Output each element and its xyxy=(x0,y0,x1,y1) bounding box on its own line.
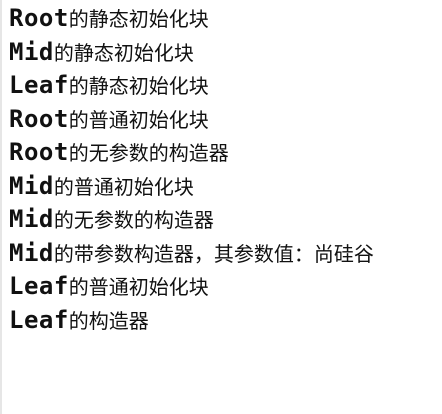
class-name: Leaf xyxy=(9,272,69,300)
console-line: Mid的无参数的构造器 xyxy=(9,204,374,238)
class-name: Root xyxy=(9,104,69,133)
line-message: 的带参数构造器，其参数值：尚硅谷 xyxy=(53,241,374,266)
console-output-lines: Root的静态初始化块 Mid的静态初始化块 Leaf的静态初始化块 Root的… xyxy=(9,3,374,338)
console-line: Mid的静态初始化块 xyxy=(9,37,374,71)
console-line: Root的无参数的构造器 xyxy=(9,137,374,171)
line-message: 的无参数的构造器 xyxy=(68,141,229,165)
console-line: Mid的带参数构造器，其参数值：尚硅谷 xyxy=(9,238,374,272)
console-line: Leaf的静态初始化块 xyxy=(9,70,374,104)
line-message: 的无参数的构造器 xyxy=(53,208,214,232)
console-line: Root的普通初始化块 xyxy=(9,104,374,138)
line-message: 的普通初始化块 xyxy=(68,107,209,132)
line-message: 的构造器 xyxy=(68,308,149,333)
class-name: Leaf xyxy=(9,71,69,99)
line-message: 的普通初始化块 xyxy=(53,174,194,199)
line-message: 的静态初始化块 xyxy=(68,7,209,31)
console-line: Leaf的构造器 xyxy=(9,305,374,339)
class-name: Root xyxy=(9,4,69,32)
line-message: 的静态初始化块 xyxy=(68,74,209,98)
class-name: Leaf xyxy=(9,305,69,334)
console-line: Root的静态初始化块 xyxy=(9,3,374,37)
console-line: Mid的普通初始化块 xyxy=(9,171,374,205)
class-name: Mid xyxy=(9,205,54,233)
console-line: Leaf的普通初始化块 xyxy=(9,271,374,305)
class-name: Root xyxy=(9,138,69,166)
console-output-panel: Root的静态初始化块 Mid的静态初始化块 Leaf的静态初始化块 Root的… xyxy=(0,0,442,414)
class-name: Mid xyxy=(9,238,54,267)
line-message: 的普通初始化块 xyxy=(68,275,209,299)
class-name: Mid xyxy=(9,37,54,66)
class-name: Mid xyxy=(9,171,54,200)
line-message: 的静态初始化块 xyxy=(53,40,194,65)
